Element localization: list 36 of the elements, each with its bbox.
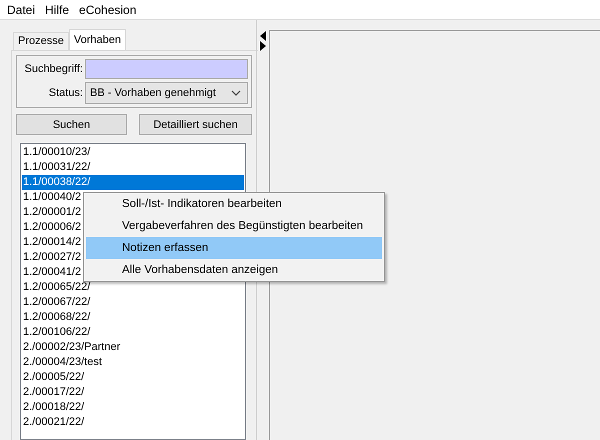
list-item[interactable]: 2./00005/22/ [23, 371, 84, 383]
list-item[interactable]: 1.1/00040/2 [23, 191, 82, 203]
tab[interactable]: Prozesse [13, 32, 69, 50]
list-item[interactable]: 2./00017/22/ [23, 386, 84, 398]
list-item[interactable]: 1.2/00027/2 [23, 251, 82, 263]
list-item[interactable]: 1.2/00106/22/ [23, 326, 90, 338]
list-item[interactable]: 1.2/00001/2 [23, 206, 82, 218]
chevron-down-icon [231, 90, 241, 96]
collapse-left-icon[interactable] [260, 31, 266, 41]
field-label: Suchbegriff: [23, 63, 83, 75]
search-field[interactable] [85, 59, 248, 79]
status-dropdown[interactable]: BB - Vorhaben genehmigt [85, 82, 248, 104]
context-menu-item[interactable]: Notizen erfassen [86, 237, 382, 259]
list-item[interactable]: 1.2/00067/22/ [23, 296, 90, 308]
list-item[interactable]: 1.2/00006/2 [23, 221, 82, 233]
list-item[interactable]: 1.2/00041/2 [23, 266, 82, 278]
list-item[interactable]: 1.1/00031/22/ [23, 161, 90, 173]
list-item[interactable]: 1.2/00068/22/ [23, 311, 90, 323]
list-item[interactable]: 1.2/00065/22/ [23, 281, 90, 293]
list-item[interactable]: 1.1/00010/23/ [23, 146, 90, 158]
list-item[interactable]: 2./00021/22/ [23, 416, 84, 428]
list-item[interactable]: 2./00018/22/ [23, 401, 84, 413]
context-menu-item[interactable]: Soll-/Ist- Indikatoren bearbeiten [86, 193, 382, 215]
expand-right-icon[interactable] [260, 41, 266, 51]
list-item[interactable]: 2./00002/23/Partner [23, 341, 120, 353]
context-menu-item[interactable]: Vergabeverfahren des Begünstigten bearbeiten [86, 215, 382, 237]
context-menu-item[interactable]: Alle Vorhabensdaten anzeigen [86, 259, 382, 281]
menu-bar-item[interactable]: eCohesion [74, 2, 142, 16]
list-item[interactable]: 1.2/00014/2 [23, 236, 82, 248]
search-button[interactable]: Detailliert suchen [139, 114, 252, 135]
search-button[interactable]: Suchen [16, 114, 127, 135]
list-item[interactable]: 2./00004/23/test [23, 356, 102, 368]
menu-bar-item[interactable]: Hilfe [40, 2, 74, 16]
tab[interactable]: Vorhaben [68, 29, 126, 50]
field-label: Status: [48, 87, 83, 99]
menu-bar-item[interactable]: Datei [2, 2, 40, 16]
